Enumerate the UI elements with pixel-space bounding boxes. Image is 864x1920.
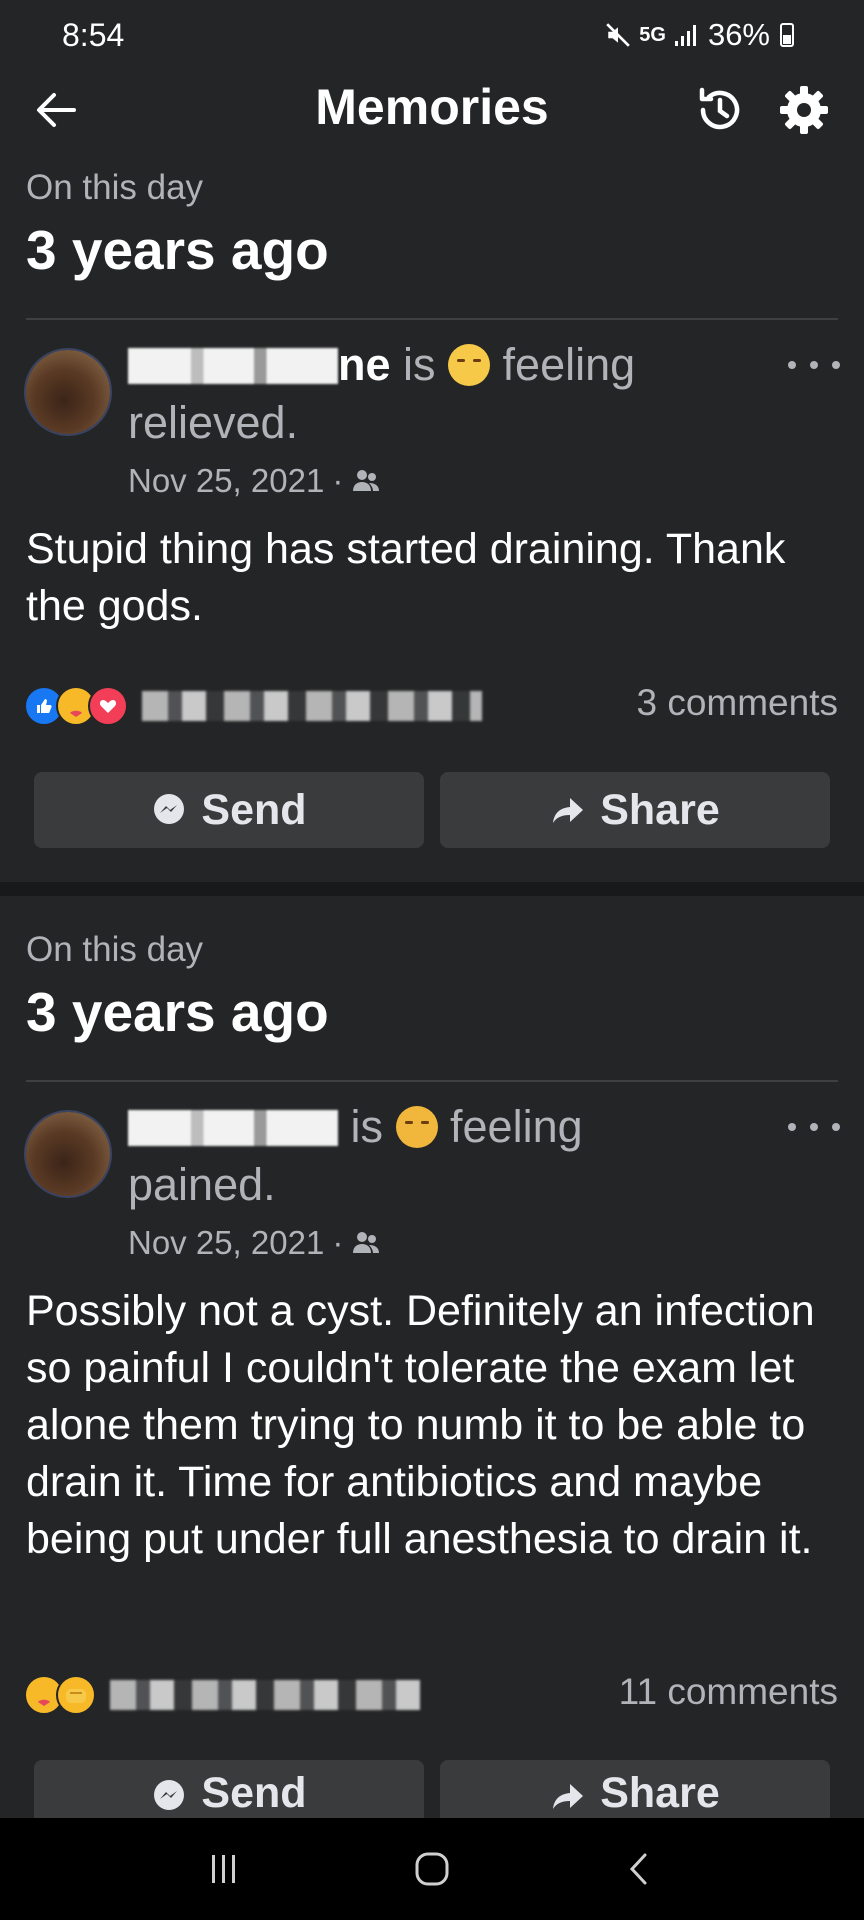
signal-icon	[674, 25, 696, 46]
back-nav-button[interactable]	[610, 1839, 670, 1899]
author-name-suffix: ne	[338, 339, 391, 390]
section-divider	[26, 318, 838, 320]
author-name-redacted[interactable]	[128, 1110, 338, 1146]
send-label: Send	[201, 785, 307, 834]
share-label: Share	[600, 1769, 720, 1817]
more-dot-icon	[788, 1123, 796, 1131]
comments-count[interactable]: 3 comments	[636, 682, 838, 724]
app-bar: Memories	[0, 70, 864, 146]
mute-icon	[606, 23, 631, 47]
section-subtitle: On this day	[26, 168, 204, 207]
share-label: Share	[600, 785, 720, 834]
post-meta: Nov 25, 2021 ·	[128, 1224, 381, 1262]
more-options-button[interactable]	[788, 350, 840, 380]
post-date[interactable]: Nov 25, 2021	[128, 1224, 324, 1262]
connector-text: is	[390, 339, 449, 390]
network-label: 5G	[639, 23, 666, 46]
meta-separator: ·	[332, 462, 344, 499]
recent-apps-icon	[212, 1855, 235, 1883]
history-button[interactable]	[692, 82, 748, 138]
gear-icon	[780, 86, 828, 134]
section-subtitle: On this day	[26, 930, 204, 969]
status-bar: 8:54 5G 36%	[0, 0, 864, 70]
post-date[interactable]: Nov 25, 2021	[128, 462, 324, 500]
send-button[interactable]: Send	[34, 772, 424, 848]
share-arrow-icon	[553, 1784, 584, 1809]
connector-text: is	[338, 1101, 396, 1152]
pained-emoji-icon	[395, 1106, 438, 1148]
more-dot-icon	[810, 1123, 818, 1131]
love-reaction-icon	[88, 686, 128, 726]
status-icons: 5G 36%	[605, 17, 794, 53]
send-button[interactable]: Send	[34, 1760, 424, 1818]
reactor-names-redacted	[142, 691, 482, 721]
settings-button[interactable]	[776, 82, 832, 138]
friends-icon	[353, 470, 380, 491]
section-title: 3 years ago	[26, 219, 329, 281]
home-button[interactable]	[402, 1839, 462, 1899]
home-icon	[415, 1852, 449, 1886]
more-options-button[interactable]	[788, 1112, 840, 1142]
feeling-value: pained.	[128, 1159, 276, 1210]
memory-separator	[0, 882, 864, 896]
meta-separator: ·	[332, 1224, 344, 1261]
more-dot-icon	[788, 361, 796, 369]
chevron-left-icon	[629, 1853, 647, 1885]
history-clock-icon	[699, 87, 740, 130]
section-divider	[26, 1080, 838, 1082]
post-header: ne is feeling relieved.	[128, 336, 688, 452]
feeling-label: feeling	[502, 339, 636, 390]
system-nav-bar	[0, 1818, 864, 1920]
messenger-icon	[154, 794, 185, 824]
share-button[interactable]: Share	[440, 1760, 830, 1818]
reactor-names-redacted	[110, 1680, 420, 1710]
post-header: is feeling pained.	[128, 1098, 688, 1214]
relieved-emoji-icon	[448, 344, 491, 386]
more-dot-icon	[810, 361, 818, 369]
section-title: 3 years ago	[26, 981, 329, 1043]
avatar[interactable]	[24, 1110, 112, 1198]
recent-apps-button[interactable]	[194, 1839, 254, 1899]
reaction-summary[interactable]	[24, 1675, 420, 1715]
avatar[interactable]	[24, 348, 112, 436]
feeling-label: feeling	[450, 1101, 583, 1152]
status-time: 8:54	[62, 16, 125, 53]
author-name-redacted[interactable]	[128, 348, 338, 384]
send-label: Send	[201, 1769, 307, 1817]
share-arrow-icon	[553, 798, 584, 823]
post-body: Stupid thing has started draining. Thank…	[26, 525, 786, 630]
battery-icon	[780, 23, 794, 47]
more-dot-icon	[832, 361, 840, 369]
battery-percent: 36%	[707, 17, 770, 52]
share-button[interactable]: Share	[440, 772, 830, 848]
comments-count[interactable]: 11 comments	[619, 1671, 838, 1713]
friends-icon	[353, 1232, 380, 1253]
hug-reaction-icon	[56, 1675, 96, 1715]
post-meta: Nov 25, 2021 ·	[128, 462, 381, 500]
post-body: Possibly not a cyst. Definitely an infec…	[26, 1287, 815, 1563]
feeling-value: relieved.	[128, 397, 299, 448]
more-dot-icon	[832, 1123, 840, 1131]
messenger-icon	[154, 1780, 185, 1810]
reaction-summary[interactable]	[24, 686, 482, 726]
